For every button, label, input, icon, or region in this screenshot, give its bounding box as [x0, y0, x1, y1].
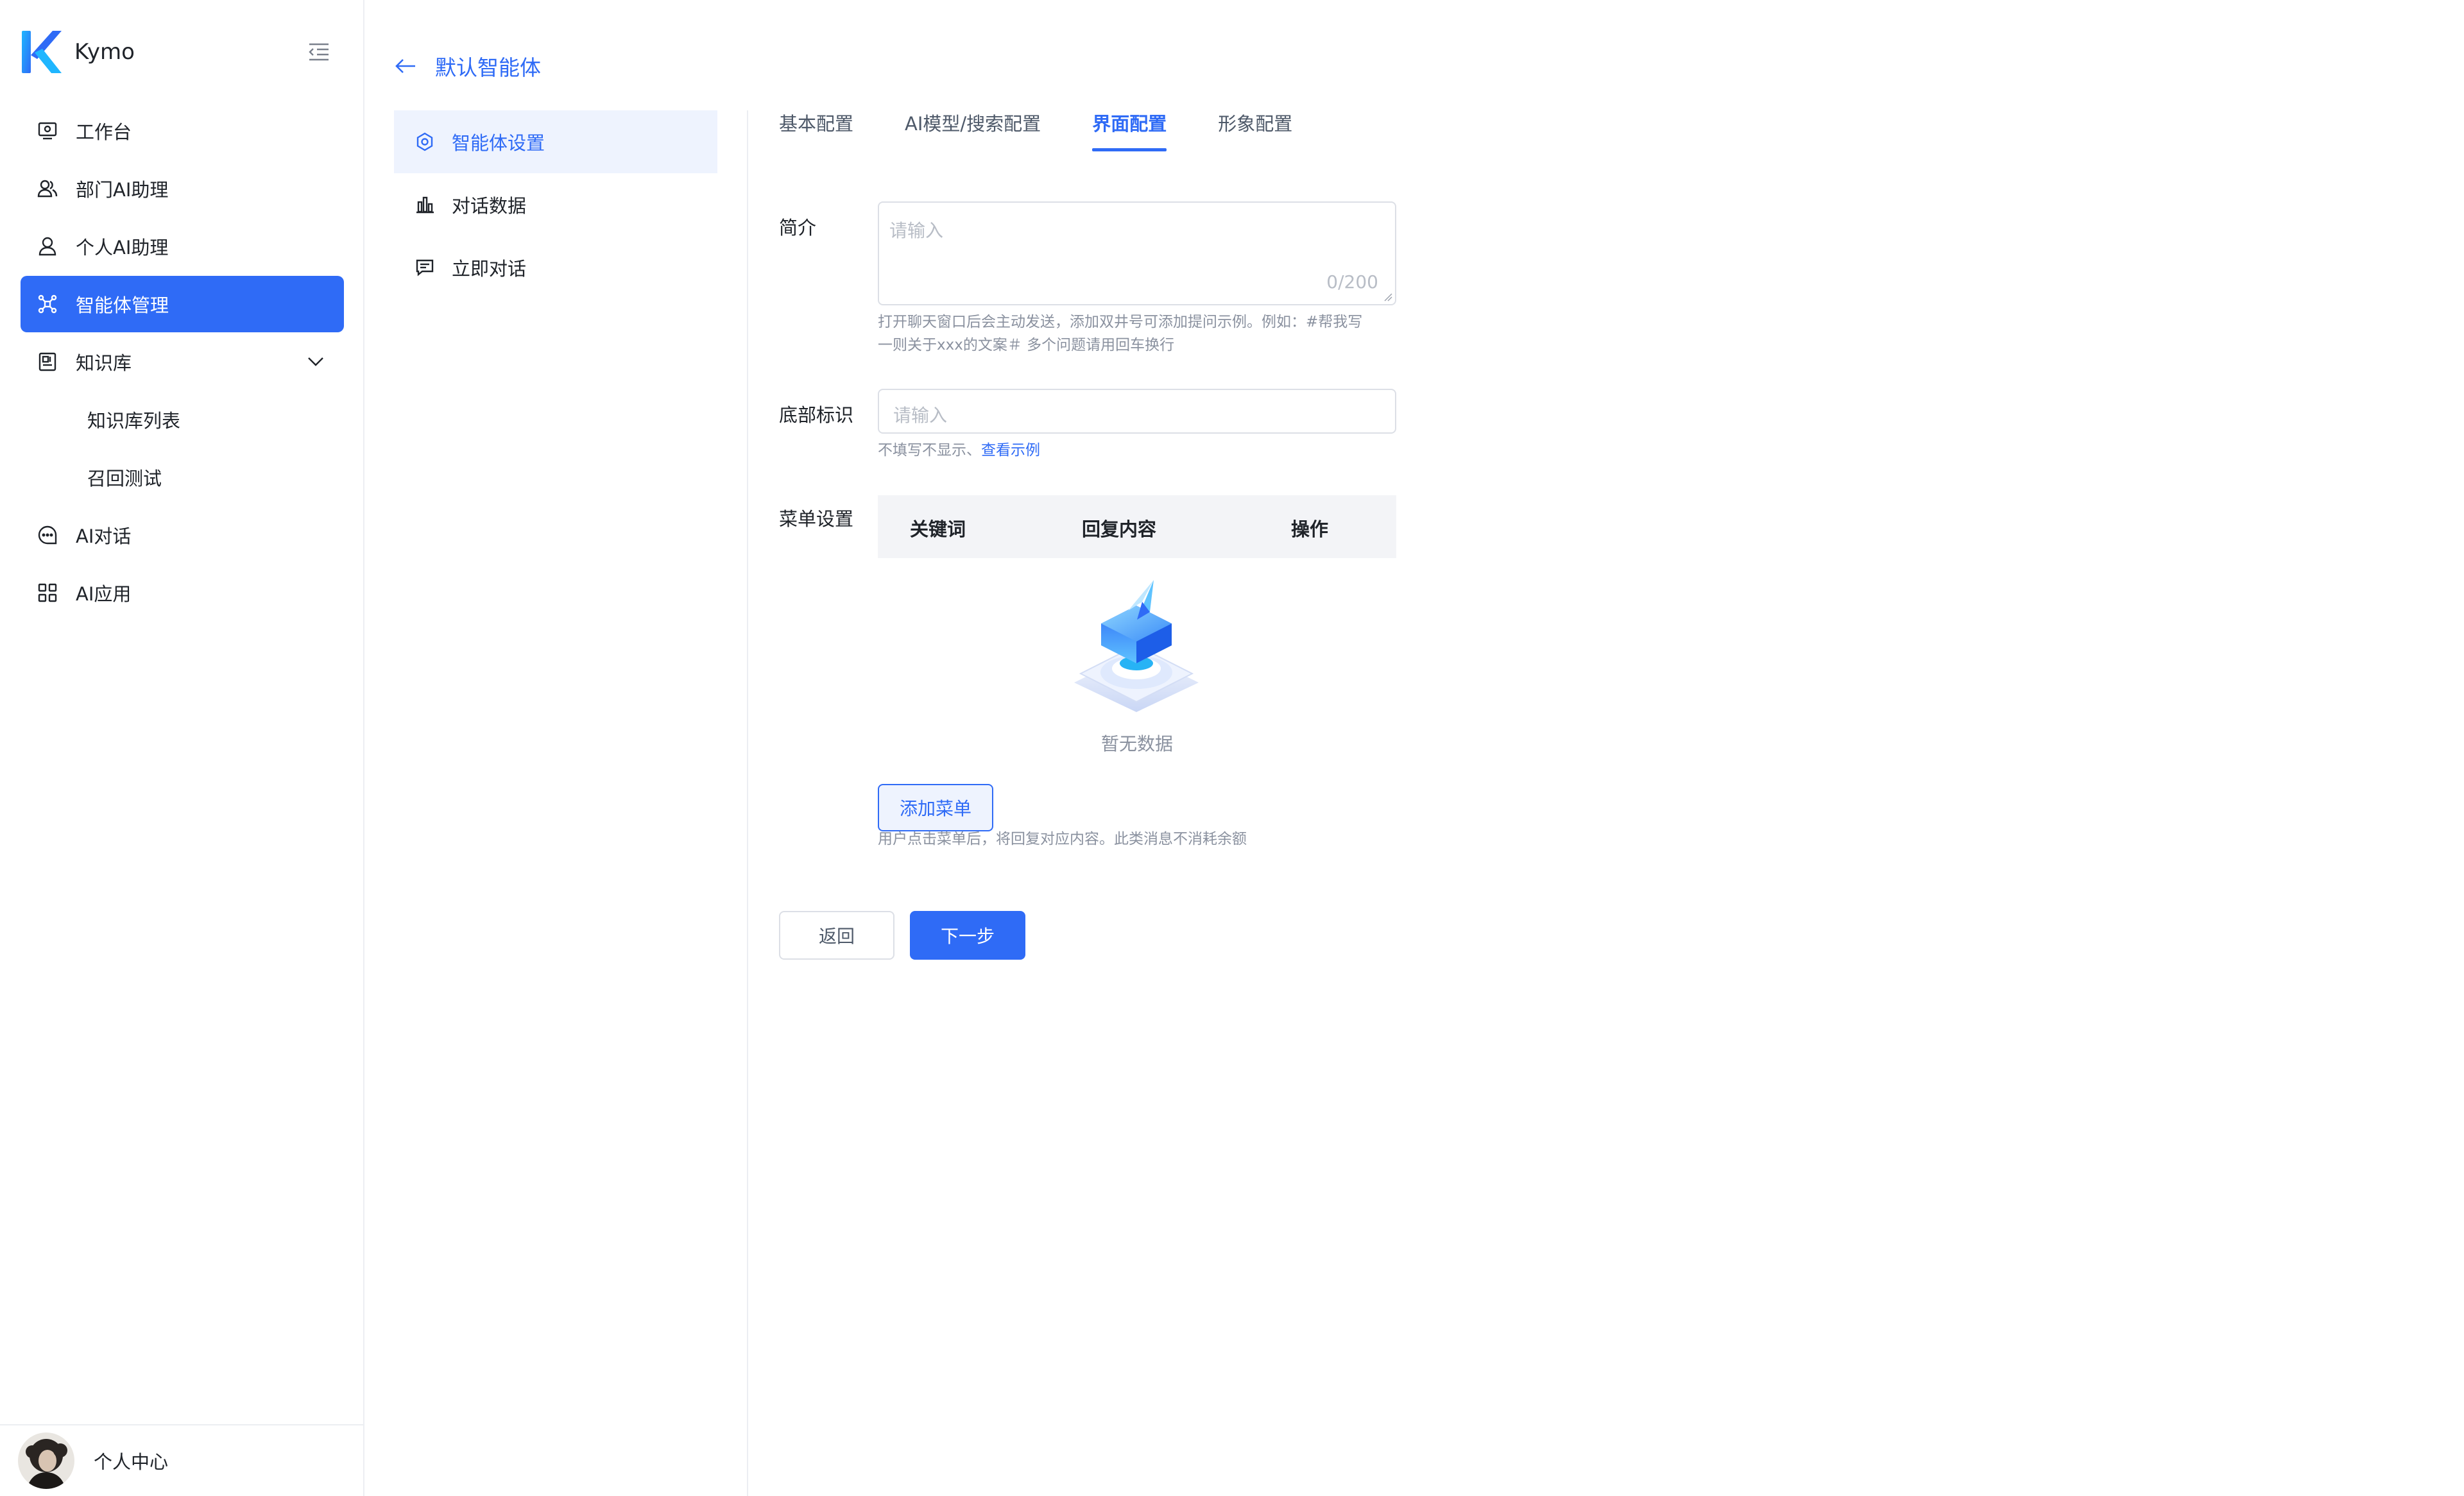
agent-icon — [35, 291, 60, 317]
settings-icon — [413, 130, 436, 153]
nav-label: AI应用 — [76, 583, 132, 605]
app-name: Kymo — [74, 39, 135, 65]
nav-item-workbench[interactable]: 工作台 — [21, 103, 344, 159]
footer-mark-hint: 不填写不显示、查看示例 — [878, 439, 1040, 462]
menu-fold-icon — [309, 43, 329, 61]
back-button[interactable]: 返回 — [779, 911, 894, 960]
nav-item-knowledge-list[interactable]: 知识库列表 — [21, 391, 344, 448]
users-icon — [35, 176, 60, 201]
submenu-item-chat-data[interactable]: 对话数据 — [394, 173, 717, 236]
kymo-logo-icon — [22, 31, 62, 73]
tab-ai-model-search-config[interactable]: AI模型/搜索配置 — [905, 105, 1041, 151]
empty-box-illustration-icon — [1074, 580, 1199, 712]
footer-mark-label: 底部标识 — [779, 404, 854, 426]
footer-mark-input[interactable]: 请输入 — [878, 389, 1396, 434]
nav-label: 召回测试 — [87, 468, 162, 489]
nav-item-knowledge-base[interactable]: 知识库 — [21, 334, 344, 390]
intro-char-counter: 0/200 — [1326, 271, 1378, 293]
nav-label: 工作台 — [76, 121, 132, 143]
collapse-sidebar-button[interactable] — [304, 37, 334, 67]
config-tabs: 基本配置 AI模型/搜索配置 界面配置 形象配置 — [779, 105, 1344, 151]
resize-handle-icon[interactable] — [1383, 293, 1392, 302]
column-actions: 操作 — [1291, 518, 1329, 540]
nav-item-ai-chat[interactable]: AI对话 — [21, 507, 344, 563]
intro-hint: 打开聊天窗口后会主动发送，添加双井号可添加提问示例。例如：#帮我写 一则关于xx… — [878, 310, 1362, 357]
intro-placeholder: 请输入 — [889, 220, 944, 241]
nav-label: 智能体管理 — [76, 294, 169, 316]
bar-chart-icon — [413, 193, 436, 216]
monitor-icon — [35, 118, 60, 144]
chevron-down-icon[interactable] — [303, 349, 329, 375]
nav-item-recall-test[interactable]: 召回测试 — [21, 449, 344, 506]
agent-submenu: 智能体设置 对话数据 立即对话 — [394, 110, 717, 299]
add-menu-button[interactable]: 添加菜单 — [878, 784, 993, 831]
personal-center-label: 个人中心 — [94, 1451, 169, 1473]
brand[interactable]: Kymo — [21, 30, 135, 74]
sidebar: Kymo 工作台 部门AI助理 个人AI助理 智能体管理 知识库 知识库列表 召… — [0, 0, 364, 1496]
menu-hint: 用户点击菜单后，将回复对应内容。此类消息不消耗余额 — [878, 831, 1247, 847]
next-step-button[interactable]: 下一步 — [910, 911, 1025, 960]
nav-item-personal-ai[interactable]: 个人AI助理 — [21, 218, 344, 275]
submenu-item-agent-settings[interactable]: 智能体设置 — [394, 110, 717, 173]
grid-icon — [35, 580, 60, 606]
nav-item-agent-management[interactable]: 智能体管理 — [21, 276, 344, 332]
nav-label: 个人AI助理 — [76, 237, 169, 259]
submenu-item-chat-now[interactable]: 立即对话 — [394, 236, 717, 299]
chat-icon — [35, 522, 60, 548]
main-nav: 工作台 部门AI助理 个人AI助理 智能体管理 知识库 知识库列表 召回测试 A… — [21, 103, 344, 622]
submenu-label: 对话数据 — [452, 195, 527, 217]
submenu-label: 智能体设置 — [452, 132, 545, 154]
message-icon — [413, 256, 436, 279]
nav-item-dept-ai[interactable]: 部门AI助理 — [21, 160, 344, 217]
tab-interface-config[interactable]: 界面配置 — [1092, 105, 1167, 151]
nav-label: 知识库列表 — [87, 410, 181, 432]
nav-label: 部门AI助理 — [76, 179, 169, 201]
column-keyword: 关键词 — [910, 518, 966, 540]
avatar[interactable] — [18, 1432, 74, 1489]
menu-table-header: 关键词 回复内容 操作 — [878, 495, 1396, 558]
page-title: 默认智能体 — [435, 55, 541, 80]
avatar-image-icon — [18, 1432, 74, 1489]
book-icon — [35, 349, 60, 375]
submenu-label: 立即对话 — [452, 258, 527, 280]
view-example-link[interactable]: 查看示例 — [981, 442, 1040, 459]
tab-basic-config[interactable]: 基本配置 — [779, 105, 853, 151]
back-arrow-icon[interactable] — [391, 52, 420, 80]
intro-hint-line-1: 打开聊天窗口后会主动发送，添加双井号可添加提问示例。例如：#帮我写 — [878, 314, 1363, 330]
personal-center[interactable]: 个人中心 — [0, 1424, 363, 1496]
nav-label: 知识库 — [76, 352, 132, 374]
intro-textarea[interactable]: 请输入 0/200 — [878, 201, 1396, 305]
tab-avatar-config[interactable]: 形象配置 — [1218, 105, 1292, 151]
intro-hint-line-2: 一则关于xxx的文案＃ 多个问题请用回车换行 — [878, 337, 1175, 353]
footer-mark-placeholder: 请输入 — [893, 405, 948, 426]
page-header: 默认智能体 — [391, 50, 541, 82]
user-icon — [35, 234, 60, 259]
menu-settings-label: 菜单设置 — [779, 508, 854, 530]
intro-label: 简介 — [779, 217, 817, 239]
content-divider — [747, 110, 748, 1496]
nav-item-ai-apps[interactable]: AI应用 — [21, 565, 344, 621]
empty-data-text: 暂无数据 — [1100, 733, 1173, 754]
nav-label: AI对话 — [76, 525, 132, 547]
footer-mark-hint-text: 不填写不显示、 — [878, 442, 981, 459]
column-reply-content: 回复内容 — [1082, 518, 1157, 540]
